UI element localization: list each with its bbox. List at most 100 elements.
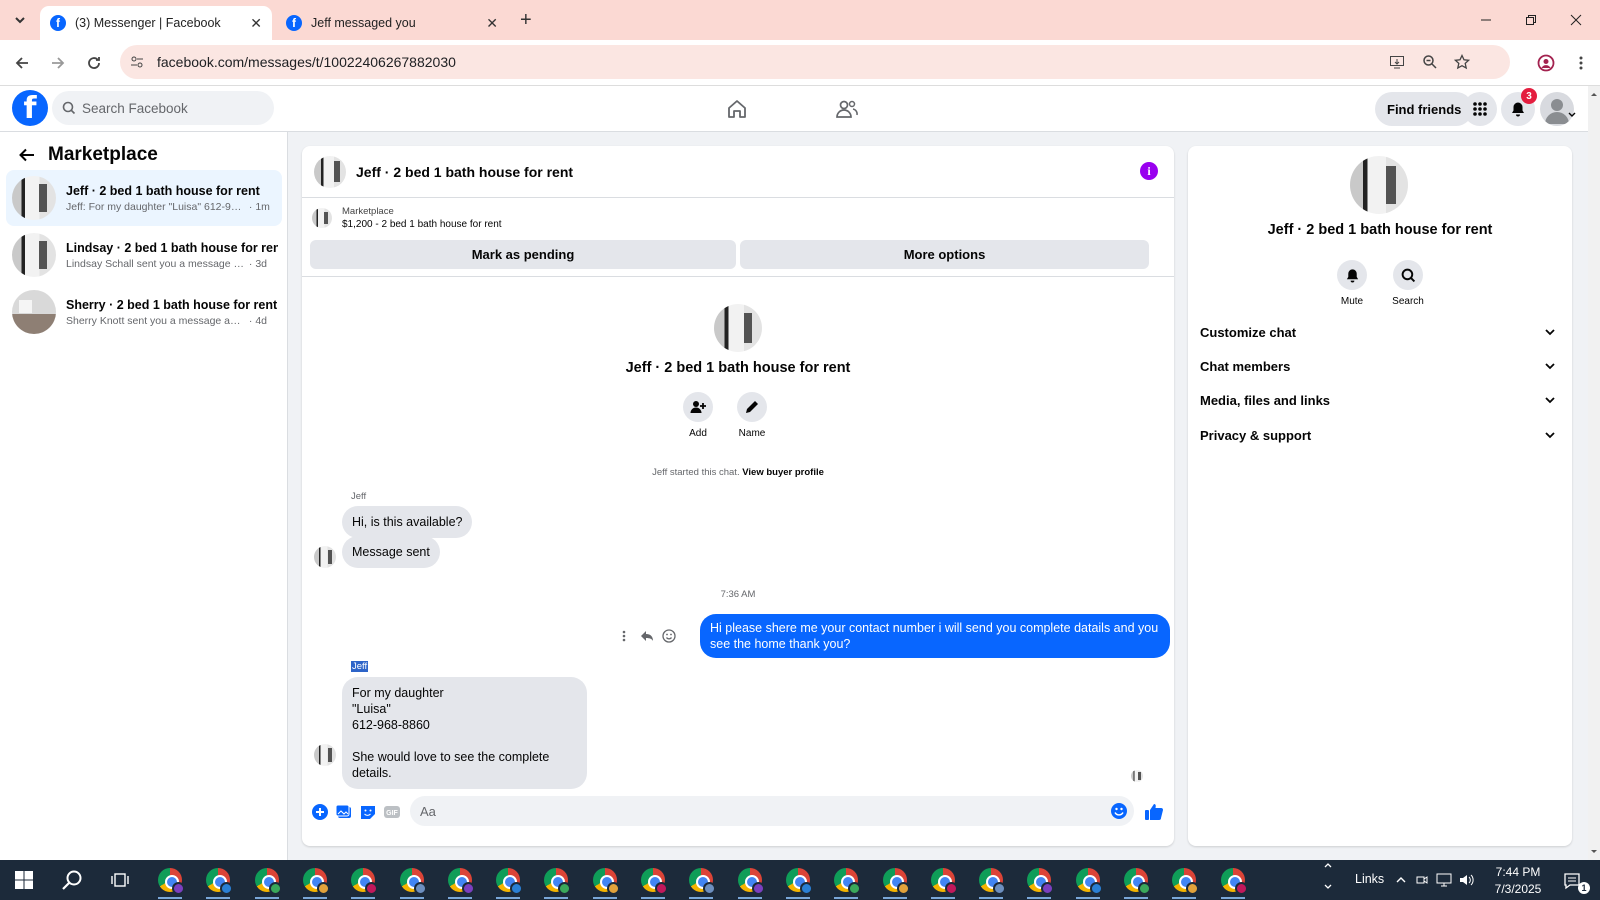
incoming-message[interactable]: Hi, is this available? [342, 506, 473, 538]
message-composer: GIF Aa [302, 794, 1174, 830]
chrome-taskbar-icon[interactable] [641, 868, 668, 895]
media-files-links-section[interactable]: Media, files and links [1200, 383, 1560, 417]
scroll-up-icon[interactable] [1588, 88, 1600, 100]
sticker-icon[interactable] [358, 802, 378, 822]
back-arrow-icon[interactable] [16, 144, 38, 166]
more-actions-icon[interactable] [616, 628, 632, 644]
conversation-item-lindsay[interactable]: Lindsay · 2 bed 1 bath house for rent Li… [6, 227, 282, 283]
new-tab-icon[interactable]: + [520, 9, 532, 32]
chrome-taskbar-icon[interactable] [302, 868, 330, 895]
chrome-taskbar-icon[interactable] [834, 868, 862, 895]
mute-button[interactable]: Mute [1322, 260, 1382, 307]
browser-menu-icon[interactable] [1571, 53, 1591, 73]
chrome-taskbar-icon[interactable] [882, 868, 910, 895]
chat-avatar[interactable] [314, 155, 346, 188]
reload-icon[interactable] [84, 53, 104, 73]
chrome-taskbar-icon[interactable] [351, 868, 379, 895]
chrome-taskbar-icon[interactable] [737, 868, 765, 895]
more-options-button[interactable]: More options [740, 240, 1149, 269]
chrome-taskbar-icon[interactable] [1220, 868, 1248, 895]
close-window-icon[interactable] [1566, 10, 1586, 30]
open-more-actions-icon[interactable] [310, 802, 330, 822]
home-icon[interactable] [724, 96, 750, 122]
attach-photo-icon[interactable] [334, 802, 354, 822]
conversation-item-sherry[interactable]: Sherry · 2 bed 1 bath house for rent She… [6, 284, 282, 340]
friends-icon[interactable] [834, 96, 860, 122]
chrome-taskbar-icon[interactable] [1027, 868, 1055, 895]
emoji-icon[interactable] [1110, 802, 1128, 820]
search-icon[interactable] [58, 866, 86, 894]
name-chat-button[interactable]: Name [722, 392, 782, 439]
tab-jeff-messaged[interactable]: f Jeff messaged you ✕ [276, 6, 508, 40]
chrome-taskbar-icon[interactable] [689, 868, 717, 895]
incoming-message[interactable]: Message sent [342, 536, 440, 568]
chrome-taskbar-icon[interactable] [1172, 868, 1200, 895]
thumbs-up-icon[interactable] [1144, 802, 1164, 822]
zoom-icon[interactable] [1421, 53, 1439, 71]
forward-icon[interactable] [48, 53, 68, 73]
tab-search-chevron-icon[interactable] [10, 10, 30, 30]
windows-start-icon[interactable] [10, 866, 38, 894]
mark-as-pending-button[interactable]: Mark as pending [310, 240, 736, 269]
taskbar-scroll-icon[interactable] [1321, 862, 1335, 890]
chrome-taskbar-icon[interactable] [544, 868, 572, 895]
privacy-support-section[interactable]: Privacy & support [1200, 418, 1560, 452]
chrome-taskbar-icon[interactable] [158, 868, 185, 895]
chrome-taskbar-icon[interactable] [979, 868, 1007, 895]
install-app-icon[interactable] [1388, 53, 1406, 71]
listing-bar[interactable]: Marketplace $1,200 - 2 bed 1 bath house … [302, 198, 1174, 238]
network-icon[interactable] [1436, 872, 1452, 888]
menu-grid-icon[interactable] [1463, 92, 1497, 126]
close-tab-icon[interactable]: ✕ [486, 15, 498, 32]
close-tab-icon[interactable]: ✕ [250, 15, 262, 32]
customize-chat-section[interactable]: Customize chat [1200, 315, 1560, 349]
add-people-button[interactable]: Add [668, 392, 728, 439]
gif-icon[interactable]: GIF [382, 802, 402, 822]
facebook-logo-icon[interactable]: f [12, 90, 48, 126]
conversation-item-jeff[interactable]: Jeff · 2 bed 1 bath house for rent Jeff:… [6, 170, 282, 226]
outgoing-message[interactable]: Hi please shere me your contact number i… [700, 614, 1170, 658]
listing-thumbnail [12, 176, 56, 220]
running-app-indicator [689, 897, 714, 899]
conversation-info-icon[interactable]: i [1140, 162, 1158, 180]
chat-members-section[interactable]: Chat members [1200, 349, 1560, 383]
chrome-taskbar-icon[interactable] [1075, 868, 1103, 895]
back-icon[interactable] [12, 53, 32, 73]
find-friends-button[interactable]: Find friends [1375, 92, 1474, 126]
chrome-taskbar-icon[interactable] [447, 868, 475, 895]
view-buyer-profile-link[interactable]: View buyer profile [742, 467, 824, 478]
chrome-taskbar-icon[interactable] [254, 868, 282, 895]
links-toolbar[interactable]: Links [1355, 872, 1384, 886]
task-view-icon[interactable] [106, 866, 134, 894]
tab-messenger[interactable]: f (3) Messenger | Facebook ✕ [40, 6, 272, 40]
scroll-down-icon[interactable] [1588, 846, 1600, 858]
volume-icon[interactable] [1459, 872, 1475, 888]
chrome-taskbar-icon[interactable] [1124, 868, 1151, 895]
show-hidden-icons-icon[interactable] [1393, 872, 1409, 888]
chrome-taskbar-icon[interactable] [206, 868, 234, 895]
sender-name: Jeff [351, 491, 367, 502]
taskbar-clock[interactable]: 7:44 PM 7/3/2025 [1483, 864, 1553, 898]
bookmark-star-icon[interactable] [1453, 53, 1471, 71]
meet-now-icon[interactable] [1414, 872, 1430, 888]
chrome-taskbar-icon[interactable] [785, 868, 813, 895]
search-in-conversation-button[interactable]: Search [1378, 260, 1438, 307]
message-input[interactable]: Aa [410, 796, 1134, 826]
profile-icon[interactable] [1536, 53, 1556, 73]
restore-icon[interactable] [1521, 10, 1541, 30]
page-scrollbar[interactable] [1588, 86, 1600, 860]
facebook-search-input[interactable]: Search Facebook [52, 91, 274, 125]
address-bar[interactable]: facebook.com/messages/t/1002240626788203… [120, 45, 1510, 79]
chrome-taskbar-icon[interactable] [930, 868, 958, 895]
chrome-taskbar-icon[interactable] [592, 868, 620, 895]
reply-icon[interactable] [639, 628, 655, 644]
chat-title[interactable]: Jeff · 2 bed 1 bath house for rent [356, 164, 573, 180]
site-settings-icon[interactable] [129, 54, 145, 70]
minimize-icon[interactable] [1476, 10, 1496, 30]
chrome-taskbar-icon[interactable] [399, 868, 427, 895]
incoming-message[interactable]: For my daughter "Luisa" 612-968-8860 She… [342, 677, 587, 789]
account-avatar[interactable] [1540, 92, 1574, 126]
chrome-taskbar-icon[interactable] [496, 868, 524, 895]
react-emoji-icon[interactable] [661, 628, 677, 644]
account-chevron-icon[interactable] [1567, 110, 1577, 120]
